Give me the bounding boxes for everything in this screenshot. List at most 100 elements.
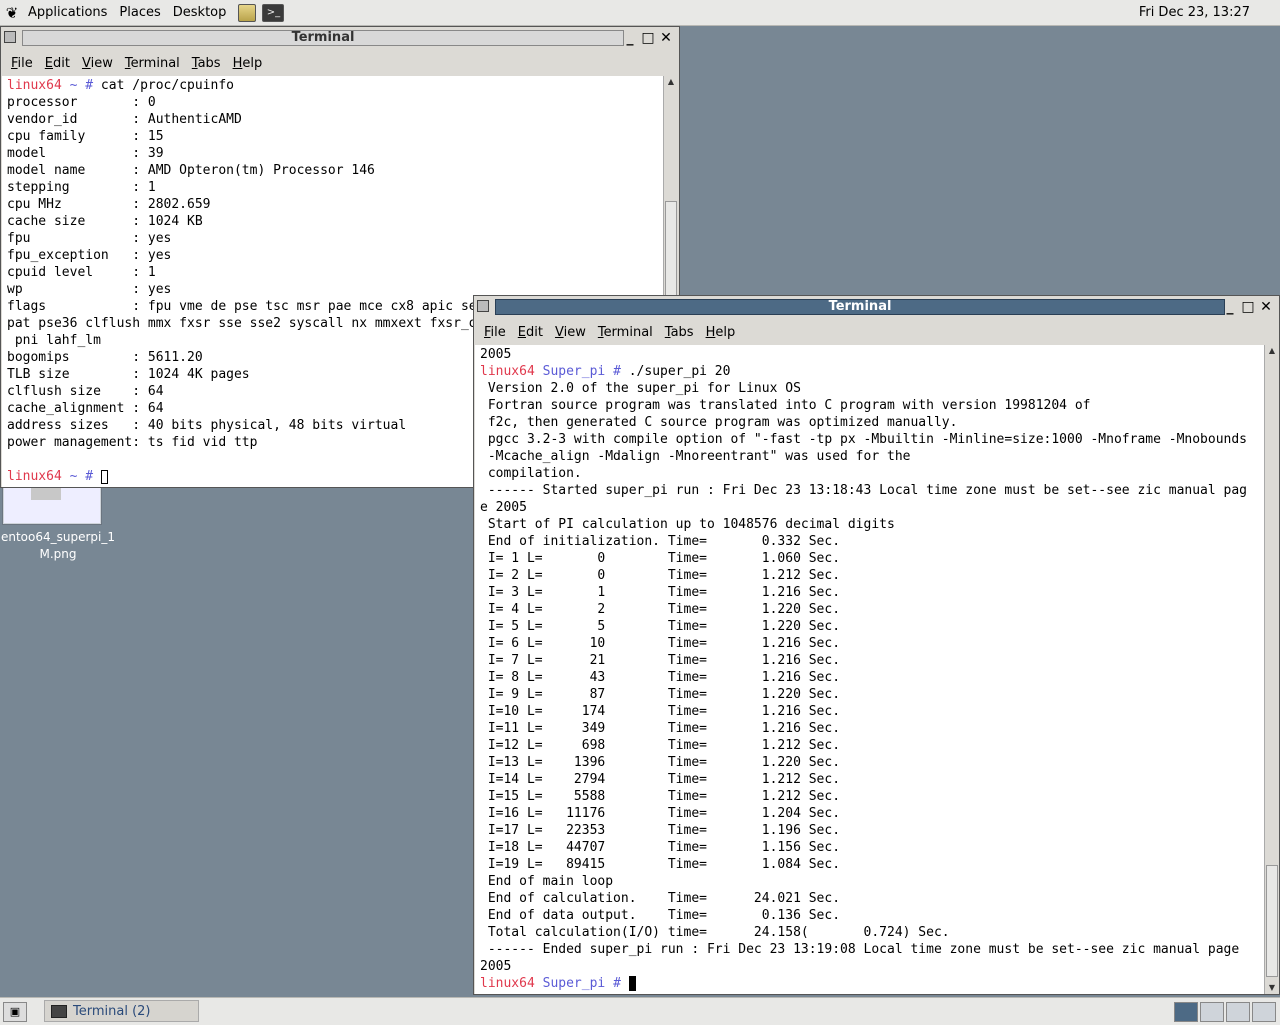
close-icon[interactable]: ✕ [1257, 298, 1275, 316]
output-line: stepping : 1 [7, 180, 156, 195]
top-panel: ❦ Applications Places Desktop >_ Fri Dec… [0, 0, 1280, 26]
output-line: I= 6 L= 10 Time= 1.216 Sec. [480, 636, 841, 651]
output-line: ------ Ended super_pi run : Fri Dec 23 1… [480, 942, 1240, 957]
output-line: 2005 [480, 347, 512, 362]
clock[interactable]: Fri Dec 23, 13:27 [1139, 0, 1250, 25]
image-thumbnail-icon[interactable] [2, 485, 102, 525]
output-line: processor : 0 [7, 95, 156, 110]
title-bar[interactable]: Terminal _ □ ✕ [1, 27, 679, 49]
output-line: I= 3 L= 1 Time= 1.216 Sec. [480, 585, 841, 600]
output-line: I=16 L= 11176 Time= 1.204 Sec. [480, 806, 841, 821]
gnome-foot-icon[interactable]: ❦ [2, 0, 22, 25]
desktop-file-label-line1: entoo64_superpi_1 [0, 530, 116, 544]
prompt-host: linux64 [480, 976, 535, 991]
menu-help[interactable]: Help [700, 325, 742, 340]
window-menu-icon[interactable] [4, 31, 16, 43]
workspace-1[interactable] [1174, 1002, 1198, 1022]
output-line: model name : AMD Opteron(tm) Processor 1… [7, 163, 375, 178]
output-line: I=11 L= 349 Time= 1.216 Sec. [480, 721, 841, 736]
workspace-switcher[interactable] [1172, 1002, 1276, 1022]
output-line: I= 8 L= 43 Time= 1.216 Sec. [480, 670, 841, 685]
output-lines: Version 2.0 of the super_pi for Linux OS… [475, 380, 1264, 975]
taskbar-button-label: Terminal (2) [73, 1003, 151, 1019]
taskbar-button-terminal[interactable]: Terminal (2) [44, 1000, 199, 1022]
output-line: cpu MHz : 2802.659 [7, 197, 211, 212]
vertical-scrollbar[interactable]: ▲ ▼ [1264, 345, 1279, 994]
terminal-launcher-icon[interactable]: >_ [262, 3, 285, 22]
output-line: I=15 L= 5588 Time= 1.212 Sec. [480, 789, 841, 804]
menu-tabs[interactable]: Tabs [186, 56, 227, 71]
workspace-4[interactable] [1252, 1002, 1276, 1022]
menu-file[interactable]: File [478, 325, 512, 340]
output-line: cache size : 1024 KB [7, 214, 203, 229]
output-line: I=18 L= 44707 Time= 1.156 Sec. [480, 840, 841, 855]
desktop-file-label: entoo64_superpi_1 M.png [0, 529, 120, 563]
output-line: vendor_id : AuthenticAMD [7, 112, 242, 127]
output-line: End of calculation. Time= 24.021 Sec. [480, 891, 841, 906]
menu-bar: File Edit View Terminal Tabs Help [474, 319, 1279, 345]
minimize-icon[interactable]: _ [1221, 298, 1239, 316]
output-line: I= 1 L= 0 Time= 1.060 Sec. [480, 551, 841, 566]
prompt-dir: Super_pi # [534, 976, 621, 991]
close-icon[interactable]: ✕ [657, 29, 675, 47]
output-line: I= 5 L= 5 Time= 1.220 Sec. [480, 619, 841, 634]
output-line: I=10 L= 174 Time= 1.216 Sec. [480, 704, 841, 719]
output-line: fpu_exception : yes [7, 248, 172, 263]
maximize-icon[interactable]: □ [639, 29, 657, 47]
applications-menu[interactable]: Applications [22, 0, 113, 25]
output-line: compilation. [480, 466, 582, 481]
output-line: fpu : yes [7, 231, 172, 246]
output-line: I=13 L= 1396 Time= 1.220 Sec. [480, 755, 841, 770]
minimize-icon[interactable]: _ [621, 29, 639, 47]
prompt-host: linux64 [7, 469, 62, 484]
output-line: I= 9 L= 87 Time= 1.220 Sec. [480, 687, 841, 702]
output-line: End of data output. Time= 0.136 Sec. [480, 908, 841, 923]
output-line: I= 2 L= 0 Time= 1.212 Sec. [480, 568, 841, 583]
output-line: Version 2.0 of the super_pi for Linux OS [480, 381, 801, 396]
scroll-up-arrow-icon[interactable]: ▲ [1265, 345, 1279, 357]
window-menu-icon[interactable] [477, 300, 489, 312]
desktop-menu[interactable]: Desktop [167, 0, 233, 25]
menu-bar: File Edit View Terminal Tabs Help [1, 50, 679, 76]
notes-launcher-icon[interactable] [238, 3, 257, 22]
menu-help[interactable]: Help [227, 56, 269, 71]
text-cursor [628, 976, 636, 991]
places-menu[interactable]: Places [113, 0, 166, 25]
prompt-host: linux64 [7, 78, 62, 93]
output-line: Fortran source program was translated in… [480, 398, 1091, 413]
workspace-3[interactable] [1226, 1002, 1250, 1022]
output-line: ------ Started super_pi run : Fri Dec 23… [480, 483, 1248, 498]
workspace-2[interactable] [1200, 1002, 1224, 1022]
output-line: e 2005 [480, 500, 527, 515]
output-line: I=14 L= 2794 Time= 1.212 Sec. [480, 772, 841, 787]
menu-tabs[interactable]: Tabs [659, 325, 700, 340]
output-line: End of initialization. Time= 0.332 Sec. [480, 534, 841, 549]
output-line: cpuid level : 1 [7, 265, 156, 280]
output-line: I= 4 L= 2 Time= 1.220 Sec. [480, 602, 841, 617]
prompt-host: linux64 [480, 364, 535, 379]
scroll-up-arrow-icon[interactable]: ▲ [664, 76, 678, 88]
menu-edit[interactable]: Edit [512, 325, 549, 340]
maximize-icon[interactable]: □ [1239, 298, 1257, 316]
bottom-panel: ▣ Terminal (2) [0, 997, 1280, 1025]
scrollbar-thumb[interactable] [1266, 865, 1278, 977]
show-desktop-icon[interactable]: ▣ [3, 1002, 27, 1022]
title-bar[interactable]: Terminal _ □ ✕ [474, 296, 1279, 318]
menu-terminal[interactable]: Terminal [119, 56, 186, 71]
output-line: End of main loop [480, 874, 614, 889]
menu-terminal[interactable]: Terminal [592, 325, 659, 340]
terminal-output[interactable]: 2005 linux64 Super_pi # ./super_pi 20 Ve… [475, 345, 1264, 994]
terminal-window-superpi: Terminal _ □ ✕ File Edit View Terminal T… [473, 295, 1280, 995]
desktop-file-label-line2: M.png [39, 547, 77, 561]
menu-view[interactable]: View [549, 325, 592, 340]
output-line: I=19 L= 89415 Time= 1.084 Sec. [480, 857, 841, 872]
output-line: Total calculation(I/O) time= 24.158( 0.7… [480, 925, 950, 940]
menu-edit[interactable]: Edit [39, 56, 76, 71]
output-line: cpu family : 15 [7, 129, 164, 144]
menu-view[interactable]: View [76, 56, 119, 71]
output-line: 2005 [480, 959, 512, 974]
scroll-down-arrow-icon[interactable]: ▼ [1265, 982, 1279, 994]
output-line: -Mcache_align -Mdalign -Mnoreentrant" wa… [480, 449, 911, 464]
prompt-dir: ~ # [61, 78, 94, 93]
menu-file[interactable]: File [5, 56, 39, 71]
